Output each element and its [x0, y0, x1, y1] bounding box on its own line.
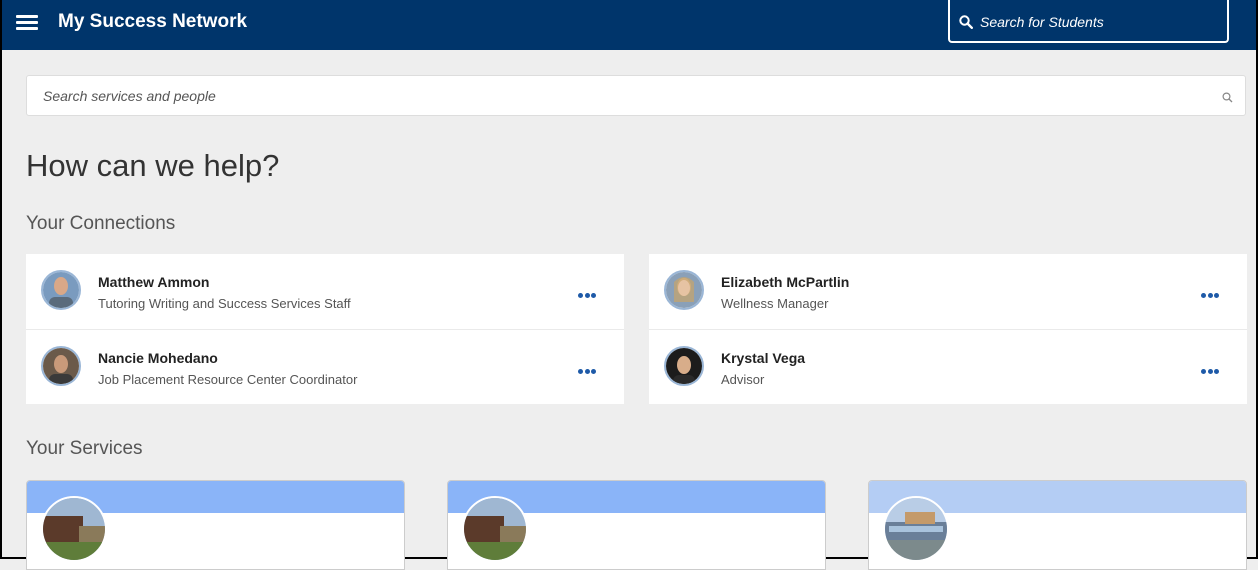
more-options-icon[interactable]	[1201, 361, 1223, 374]
connection-item[interactable]: Nancie Mohedano Job Placement Resource C…	[26, 329, 624, 404]
services-people-search-input[interactable]	[41, 85, 1191, 107]
connection-name[interactable]: Krystal Vega	[721, 350, 805, 366]
connections-card-left: Matthew Ammon Tutoring Writing and Succe…	[26, 254, 624, 404]
service-image	[41, 496, 107, 562]
service-card[interactable]	[868, 480, 1247, 570]
top-navigation-bar: My Success Network	[2, 0, 1256, 50]
more-options-icon[interactable]	[578, 361, 600, 374]
page-title: How can we help?	[26, 148, 280, 183]
more-options-icon[interactable]	[1201, 285, 1223, 298]
more-options-icon[interactable]	[578, 285, 600, 298]
avatar	[664, 270, 704, 310]
connections-card-right: Elizabeth McPartlin Wellness Manager Kry…	[649, 254, 1247, 404]
service-card[interactable]	[447, 480, 826, 570]
avatar	[41, 346, 81, 386]
hamburger-menu-icon[interactable]	[16, 12, 38, 34]
student-search-box[interactable]	[948, 0, 1229, 43]
search-icon[interactable]	[1222, 90, 1233, 108]
connection-role: Tutoring Writing and Success Services St…	[98, 296, 351, 311]
search-icon	[959, 15, 974, 34]
student-search-input[interactable]	[978, 10, 1218, 34]
connection-role: Wellness Manager	[721, 296, 829, 311]
avatar	[664, 346, 704, 386]
service-image	[883, 496, 949, 562]
connection-name[interactable]: Elizabeth McPartlin	[721, 274, 849, 290]
connection-item[interactable]: Matthew Ammon Tutoring Writing and Succe…	[26, 254, 624, 329]
service-image	[462, 496, 528, 562]
services-section-title: Your Services	[26, 438, 143, 459]
avatar	[41, 270, 81, 310]
connection-role: Advisor	[721, 372, 765, 387]
services-people-search-box[interactable]	[26, 75, 1246, 116]
connection-role: Job Placement Resource Center Coordinato…	[98, 372, 358, 387]
connection-item[interactable]: Krystal Vega Advisor	[649, 329, 1247, 404]
connection-name[interactable]: Matthew Ammon	[98, 274, 209, 290]
connection-item[interactable]: Elizabeth McPartlin Wellness Manager	[649, 254, 1247, 329]
service-card[interactable]	[26, 480, 405, 570]
connections-section-title: Your Connections	[26, 213, 176, 234]
connection-name[interactable]: Nancie Mohedano	[98, 350, 218, 366]
app-title: My Success Network	[58, 11, 248, 32]
